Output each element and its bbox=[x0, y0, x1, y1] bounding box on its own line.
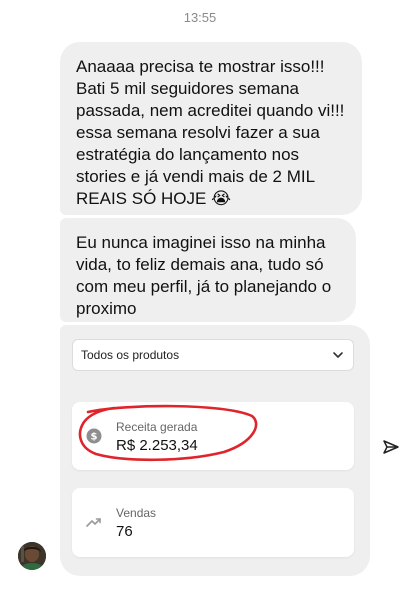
sales-card: Vendas 76 bbox=[72, 488, 354, 557]
avatar[interactable] bbox=[18, 542, 46, 570]
share-icon[interactable] bbox=[382, 438, 400, 456]
revenue-card: $ Receita gerada R$ 2.253,34 bbox=[72, 402, 354, 470]
chevron-down-icon bbox=[333, 352, 343, 358]
sales-label: Vendas bbox=[116, 506, 157, 520]
dollar-coin-icon: $ bbox=[86, 428, 102, 444]
message-bubble[interactable]: Anaaaa precisa te mostrar isso!!! Bati 5… bbox=[60, 42, 362, 215]
message-text: Eu nunca imaginei isso na minha vida, to… bbox=[76, 233, 332, 318]
message-timestamp: 13:55 bbox=[183, 10, 217, 25]
sales-value: 76 bbox=[116, 523, 133, 540]
revenue-value: R$ 2.253,34 bbox=[116, 437, 198, 454]
dashboard-screenshot-bubble[interactable]: Todos os produtos $ Receita gerada R$ 2.… bbox=[60, 325, 370, 576]
chat-screen: 13:55 Anaaaa precisa te mostrar isso!!! … bbox=[0, 0, 400, 600]
message-text: Anaaaa precisa te mostrar isso!!! Bati 5… bbox=[76, 57, 345, 208]
message-bubble[interactable]: Eu nunca imaginei isso na minha vida, to… bbox=[60, 218, 356, 322]
product-filter-value: Todos os produtos bbox=[81, 348, 180, 362]
svg-text:$: $ bbox=[91, 432, 98, 443]
trending-up-icon bbox=[86, 518, 101, 527]
revenue-label: Receita gerada bbox=[116, 420, 198, 434]
product-filter-select[interactable]: Todos os produtos bbox=[72, 339, 354, 371]
avatar-image bbox=[18, 542, 46, 570]
